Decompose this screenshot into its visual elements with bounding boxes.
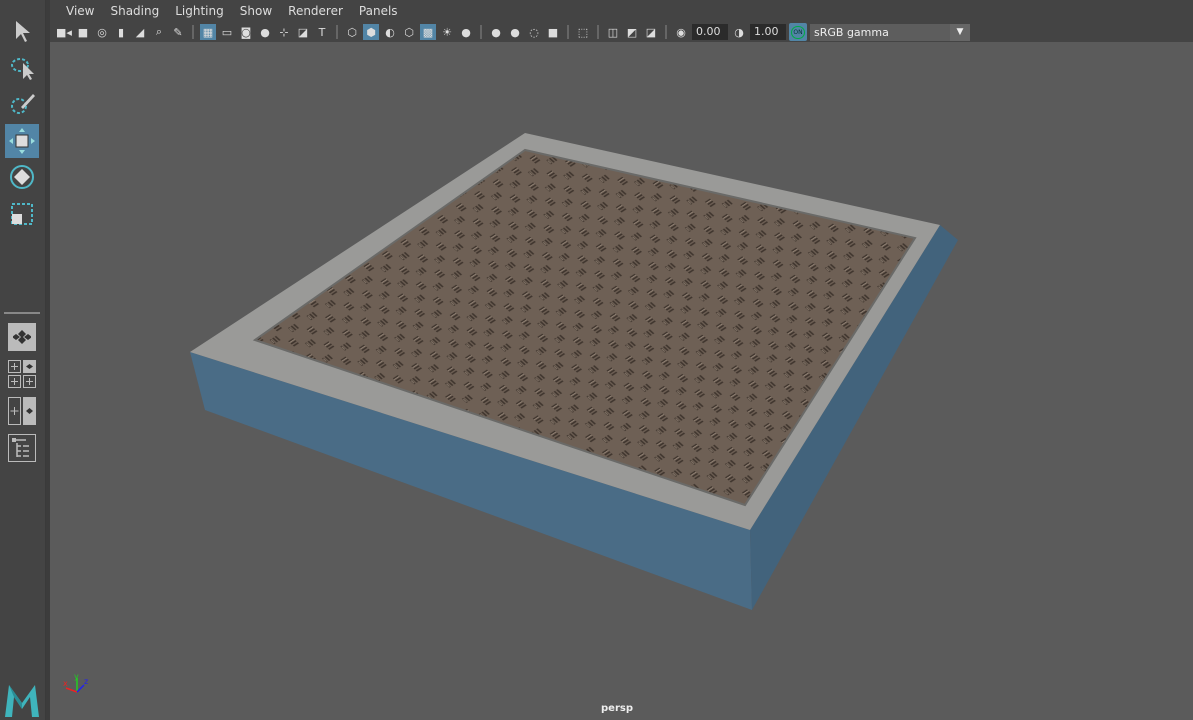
bookmark-icon[interactable]: ▮ [113,24,129,40]
wireframe-icon[interactable]: ⬡ [344,24,360,40]
move-tool-icon[interactable] [5,124,39,158]
select-tool-icon[interactable] [5,14,39,48]
paint-select-tool-icon[interactable] [5,87,39,121]
gate-mask-icon[interactable]: ● [257,24,273,40]
smooth-shade-icon[interactable]: ⬢ [363,24,379,40]
safe-title-icon[interactable]: T [314,24,330,40]
menu-renderer[interactable]: Renderer [280,4,351,18]
exposure-icon[interactable]: ◉ [673,24,689,40]
menu-view[interactable]: View [58,4,102,18]
panel-toolbar: ■◂ ■ ◎ ▮ ◢ ⌕ ✎ ▦ ▭ ◙ ● ⊹ ◪ T ⬡ ⬢ ◐ ⬡ ▩ ☀ ● ● ● ◌ ■ ⬚ ◫ ◩ ◪ ◉ 0.00 ◑ 1.00… [50,22,1193,42]
axis-gizmo: y x z [62,672,92,701]
menu-lighting[interactable]: Lighting [167,4,232,18]
camera-icon[interactable]: ■◂ [56,24,72,40]
toolbar-separator [480,25,482,39]
motion-blur-icon[interactable]: ● [507,24,523,40]
panel-menu-bar: View Shading Lighting Show Renderer Panels [50,0,1193,22]
chevron-down-icon[interactable]: ▼ [950,23,970,41]
scene-model [190,133,958,610]
lasso-tool-icon[interactable] [5,51,39,85]
toolbar-separator [665,25,667,39]
toolbar-separator [192,25,194,39]
resolution-gate-icon[interactable]: ◙ [238,24,254,40]
rotate-tool-icon[interactable] [5,160,39,194]
axis-z-label: z [84,677,88,686]
isolate-select-icon[interactable]: ⬚ [575,24,591,40]
axis-y-label: y [74,672,79,681]
on-badge: ON [791,25,805,39]
toolbar-separator [567,25,569,39]
four-pane-layout-icon[interactable] [8,360,36,388]
gamma-icon[interactable]: ◑ [731,24,747,40]
image-plane-icon[interactable]: ◢ [132,24,148,40]
menu-show[interactable]: Show [232,4,280,18]
anti-aliasing-icon[interactable]: ◌ [526,24,542,40]
default-material-icon[interactable]: ◐ [382,24,398,40]
two-pane-layout-icon[interactable] [8,397,36,425]
color-space-dropdown[interactable]: sRGB gamma ▼ [810,23,970,41]
grid-icon[interactable]: ▦ [200,24,216,40]
shadows-icon[interactable]: ● [458,24,474,40]
menu-shading[interactable]: Shading [102,4,167,18]
color-space-value: sRGB gamma [814,25,889,39]
xray-active-components-icon[interactable]: ◩ [624,24,640,40]
gamma-field[interactable]: 1.00 [750,24,786,40]
lock-camera-icon[interactable]: ■ [75,24,91,40]
axis-x-label: x [63,679,68,688]
textured-icon[interactable]: ▩ [420,24,436,40]
safe-action-icon[interactable]: ◪ [295,24,311,40]
grease-pencil-icon[interactable]: ✎ [170,24,186,40]
lights-icon[interactable]: ☀ [439,24,455,40]
toolbar-separator [336,25,338,39]
2d-pan-zoom-icon[interactable]: ⌕ [151,24,167,40]
camera-attributes-icon[interactable]: ◎ [94,24,110,40]
ambient-occlusion-icon[interactable]: ● [488,24,504,40]
depth-of-field-icon[interactable]: ■ [545,24,561,40]
wireframe-on-shaded-icon[interactable]: ⬡ [401,24,417,40]
maya-logo [5,685,39,720]
single-pane-layout-icon[interactable] [8,323,36,351]
field-chart-icon[interactable]: ⊹ [276,24,292,40]
toolbar-separator [597,25,599,39]
color-management-toggle[interactable]: ON [789,23,807,41]
xray-joints-icon[interactable]: ◪ [643,24,659,40]
divider [4,312,40,314]
camera-name-label: persp [601,703,633,714]
xray-icon[interactable]: ◫ [605,24,621,40]
scale-tool-icon[interactable] [5,197,39,231]
outliner-layout-icon[interactable] [8,434,36,462]
exposure-field[interactable]: 0.00 [692,24,728,40]
tool-box [0,0,46,720]
viewport-persp[interactable]: y x z persp [50,42,1193,720]
menu-panels[interactable]: Panels [351,4,406,18]
film-gate-icon[interactable]: ▭ [219,24,235,40]
